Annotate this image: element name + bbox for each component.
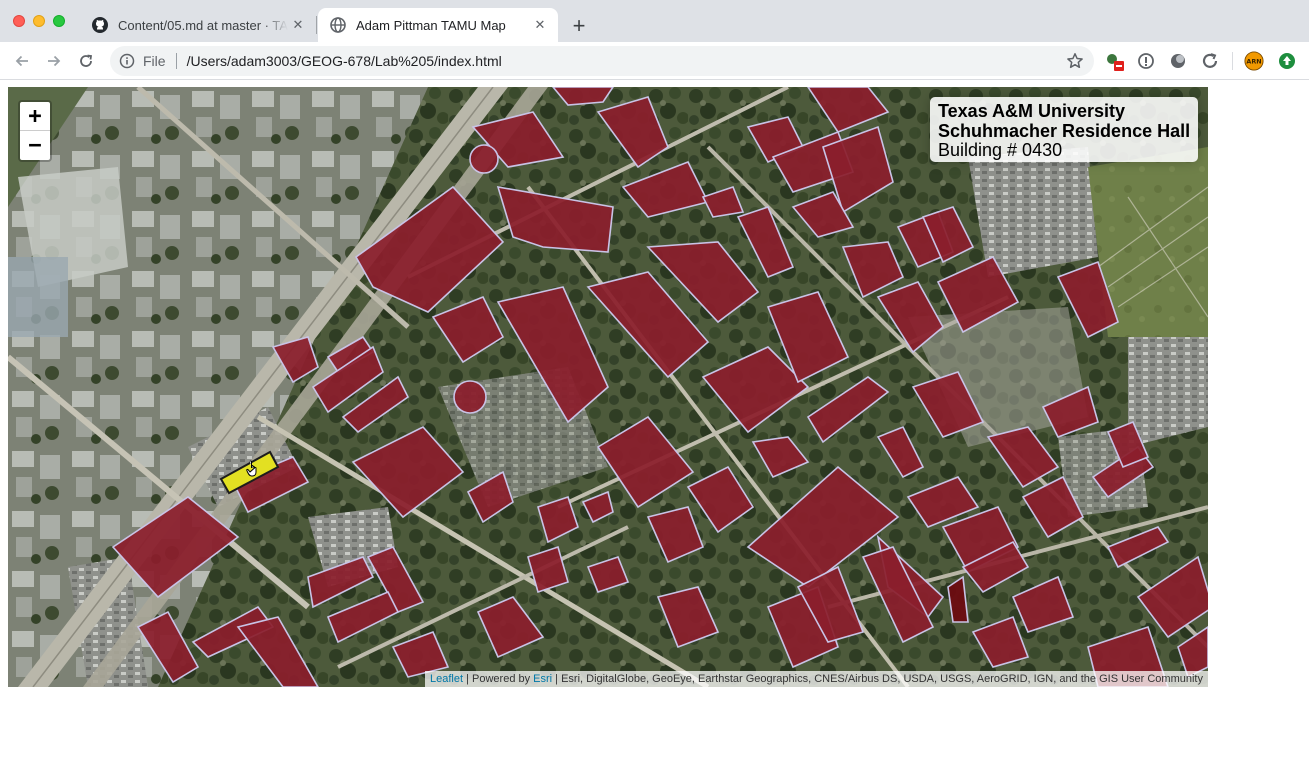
extension-sync-icon[interactable] (1200, 51, 1220, 71)
github-icon (92, 17, 108, 33)
reload-button[interactable] (74, 49, 98, 73)
tab-tamu-map[interactable]: Adam Pittman TAMU Map ✕ (318, 8, 558, 42)
browser-chrome: Content/05.md at master · TAMU ✕ Adam Pi… (0, 0, 1309, 80)
svg-text:ARN: ARN (1246, 59, 1261, 66)
page-viewport: + − Texas A&M University Schuhmacher Res… (0, 80, 1309, 776)
esri-link[interactable]: Esri (533, 673, 552, 685)
bookmark-star-icon[interactable] (1066, 52, 1084, 70)
extension-circle-icon[interactable] (1168, 51, 1188, 71)
reload-icon (80, 54, 93, 67)
university-name: Texas A&M University (938, 101, 1126, 121)
close-icon[interactable]: ✕ (530, 15, 550, 35)
tab-github[interactable]: Content/05.md at master · TAMU ✕ (80, 8, 316, 42)
globe-icon (330, 17, 346, 33)
attribution-powered-by: | Powered by (463, 673, 534, 685)
back-button[interactable] (10, 49, 34, 73)
map-attribution: Leaflet | Powered by Esri | Esri, Digita… (425, 671, 1208, 687)
toolbar-divider (1232, 52, 1233, 70)
toolbar: File /Users/adam3003/GEOG-678/Lab%205/in… (0, 42, 1309, 80)
extension-bug-icon[interactable] (1104, 51, 1124, 71)
info-icon[interactable] (119, 53, 135, 69)
close-icon[interactable]: ✕ (288, 15, 308, 35)
building-name: Schuhmacher Residence Hall (938, 121, 1191, 141)
building-polygon (453, 380, 487, 414)
satellite-basemap (8, 87, 1208, 687)
tab-title: Content/05.md at master · TAMU (118, 17, 288, 33)
address-bar[interactable]: File /Users/adam3003/GEOG-678/Lab%205/in… (110, 46, 1094, 76)
window-close-button[interactable] (13, 15, 25, 27)
url-text[interactable]: /Users/adam3003/GEOG-678/Lab%205/index.h… (187, 53, 502, 69)
tab-title: Adam Pittman TAMU Map (356, 17, 506, 33)
update-arrow-icon[interactable] (1277, 51, 1297, 71)
new-tab-button[interactable]: + (566, 13, 592, 39)
tab-strip: Content/05.md at master · TAMU ✕ Adam Pi… (0, 0, 1309, 42)
url-scheme-label: File (143, 53, 166, 69)
leaflet-link[interactable]: Leaflet (430, 673, 463, 685)
tab-separator (316, 16, 317, 34)
attribution-sources: | Esri, DigitalGlobe, GeoEye, Earthstar … (552, 673, 1203, 685)
window-minimize-button[interactable] (33, 15, 45, 27)
forward-button[interactable] (42, 49, 66, 73)
zoom-out-button[interactable]: − (20, 131, 50, 160)
arrow-right-icon (48, 55, 61, 67)
building-polygon (469, 144, 499, 174)
zoom-in-button[interactable]: + (20, 102, 50, 131)
building-info-panel: Texas A&M University Schuhmacher Residen… (930, 97, 1198, 162)
window-maximize-button[interactable] (53, 15, 65, 27)
leaflet-map[interactable]: + − Texas A&M University Schuhmacher Res… (8, 87, 1208, 687)
hand-cursor-icon (246, 460, 257, 477)
profile-avatar-icon[interactable]: ARN (1244, 51, 1264, 71)
arrow-left-icon (15, 55, 28, 67)
building-number: Building # 0430 (938, 140, 1063, 160)
extension-info-icon[interactable] (1136, 51, 1156, 71)
zoom-control: + − (18, 100, 52, 162)
omnibox-divider (175, 53, 177, 69)
